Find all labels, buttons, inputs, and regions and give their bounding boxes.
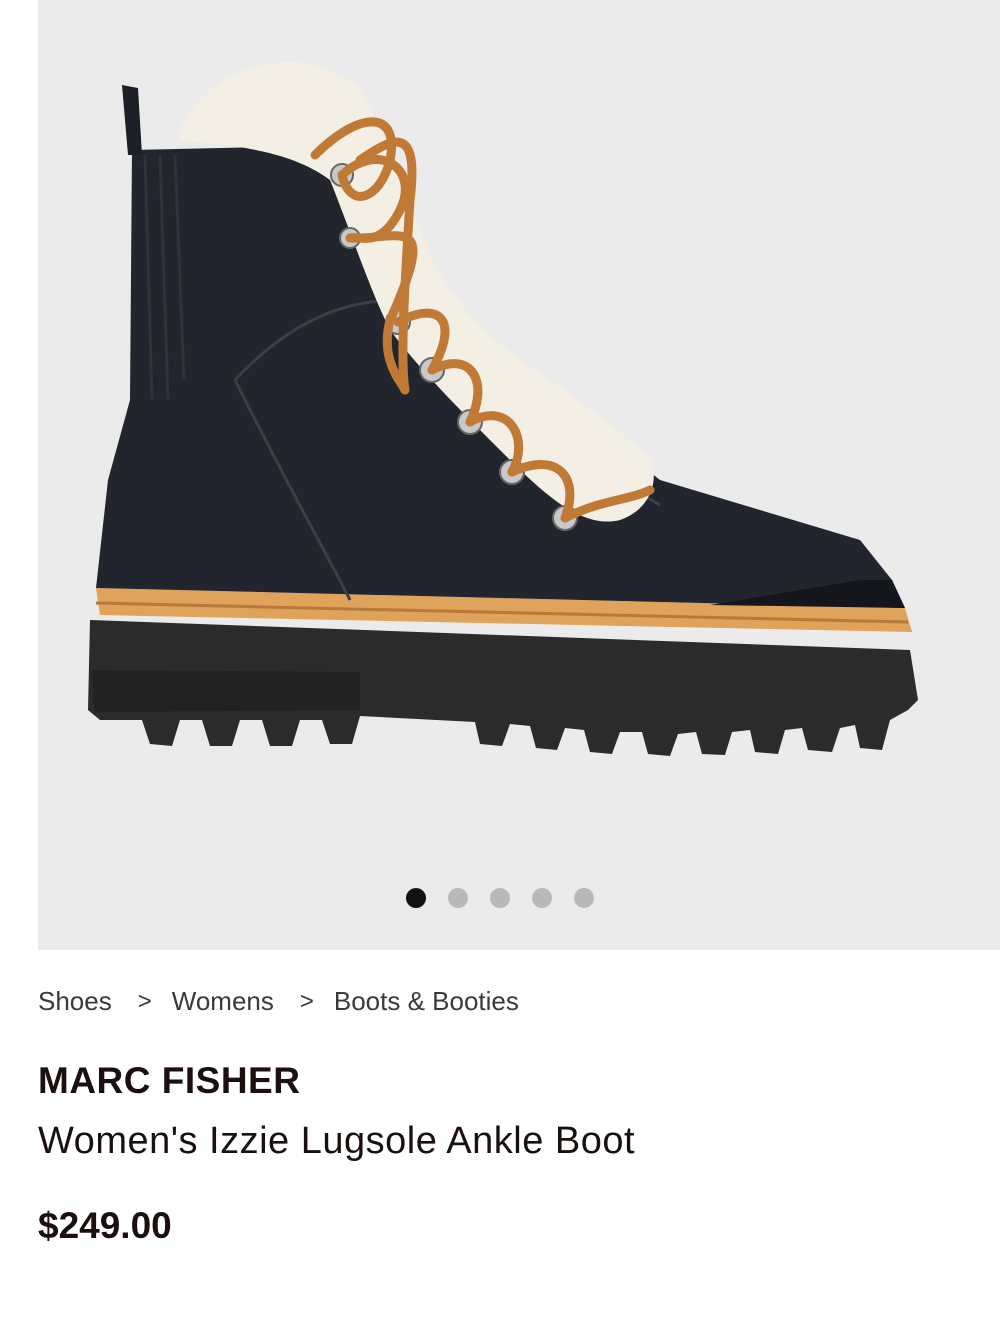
product-title: Women's Izzie Lugsole Ankle Boot <box>38 1120 636 1162</box>
gallery-pagination <box>0 888 1000 908</box>
gallery-dot-4[interactable] <box>532 888 552 908</box>
product-image-gallery[interactable] <box>0 0 1000 950</box>
product-price: $249.00 <box>38 1205 172 1246</box>
gallery-dot-3[interactable] <box>490 888 510 908</box>
breadcrumb-separator: > <box>137 987 152 1015</box>
breadcrumb-womens[interactable]: Womens <box>172 986 274 1017</box>
gallery-dot-2[interactable] <box>448 888 468 908</box>
sole-shadow <box>92 670 360 712</box>
gallery-edge <box>0 0 38 950</box>
boot-pull-tab <box>122 85 142 155</box>
gallery-dot-5[interactable] <box>574 888 594 908</box>
breadcrumb-boots-booties[interactable]: Boots & Booties <box>334 986 519 1017</box>
breadcrumb-separator: > <box>299 987 314 1015</box>
product-brand[interactable]: MARC FISHER <box>38 1060 300 1102</box>
product-image[interactable] <box>60 60 940 780</box>
breadcrumb: Shoes > Womens > Boots & Booties <box>38 986 519 1017</box>
breadcrumb-shoes[interactable]: Shoes <box>38 986 112 1017</box>
gallery-dot-1[interactable] <box>406 888 426 908</box>
